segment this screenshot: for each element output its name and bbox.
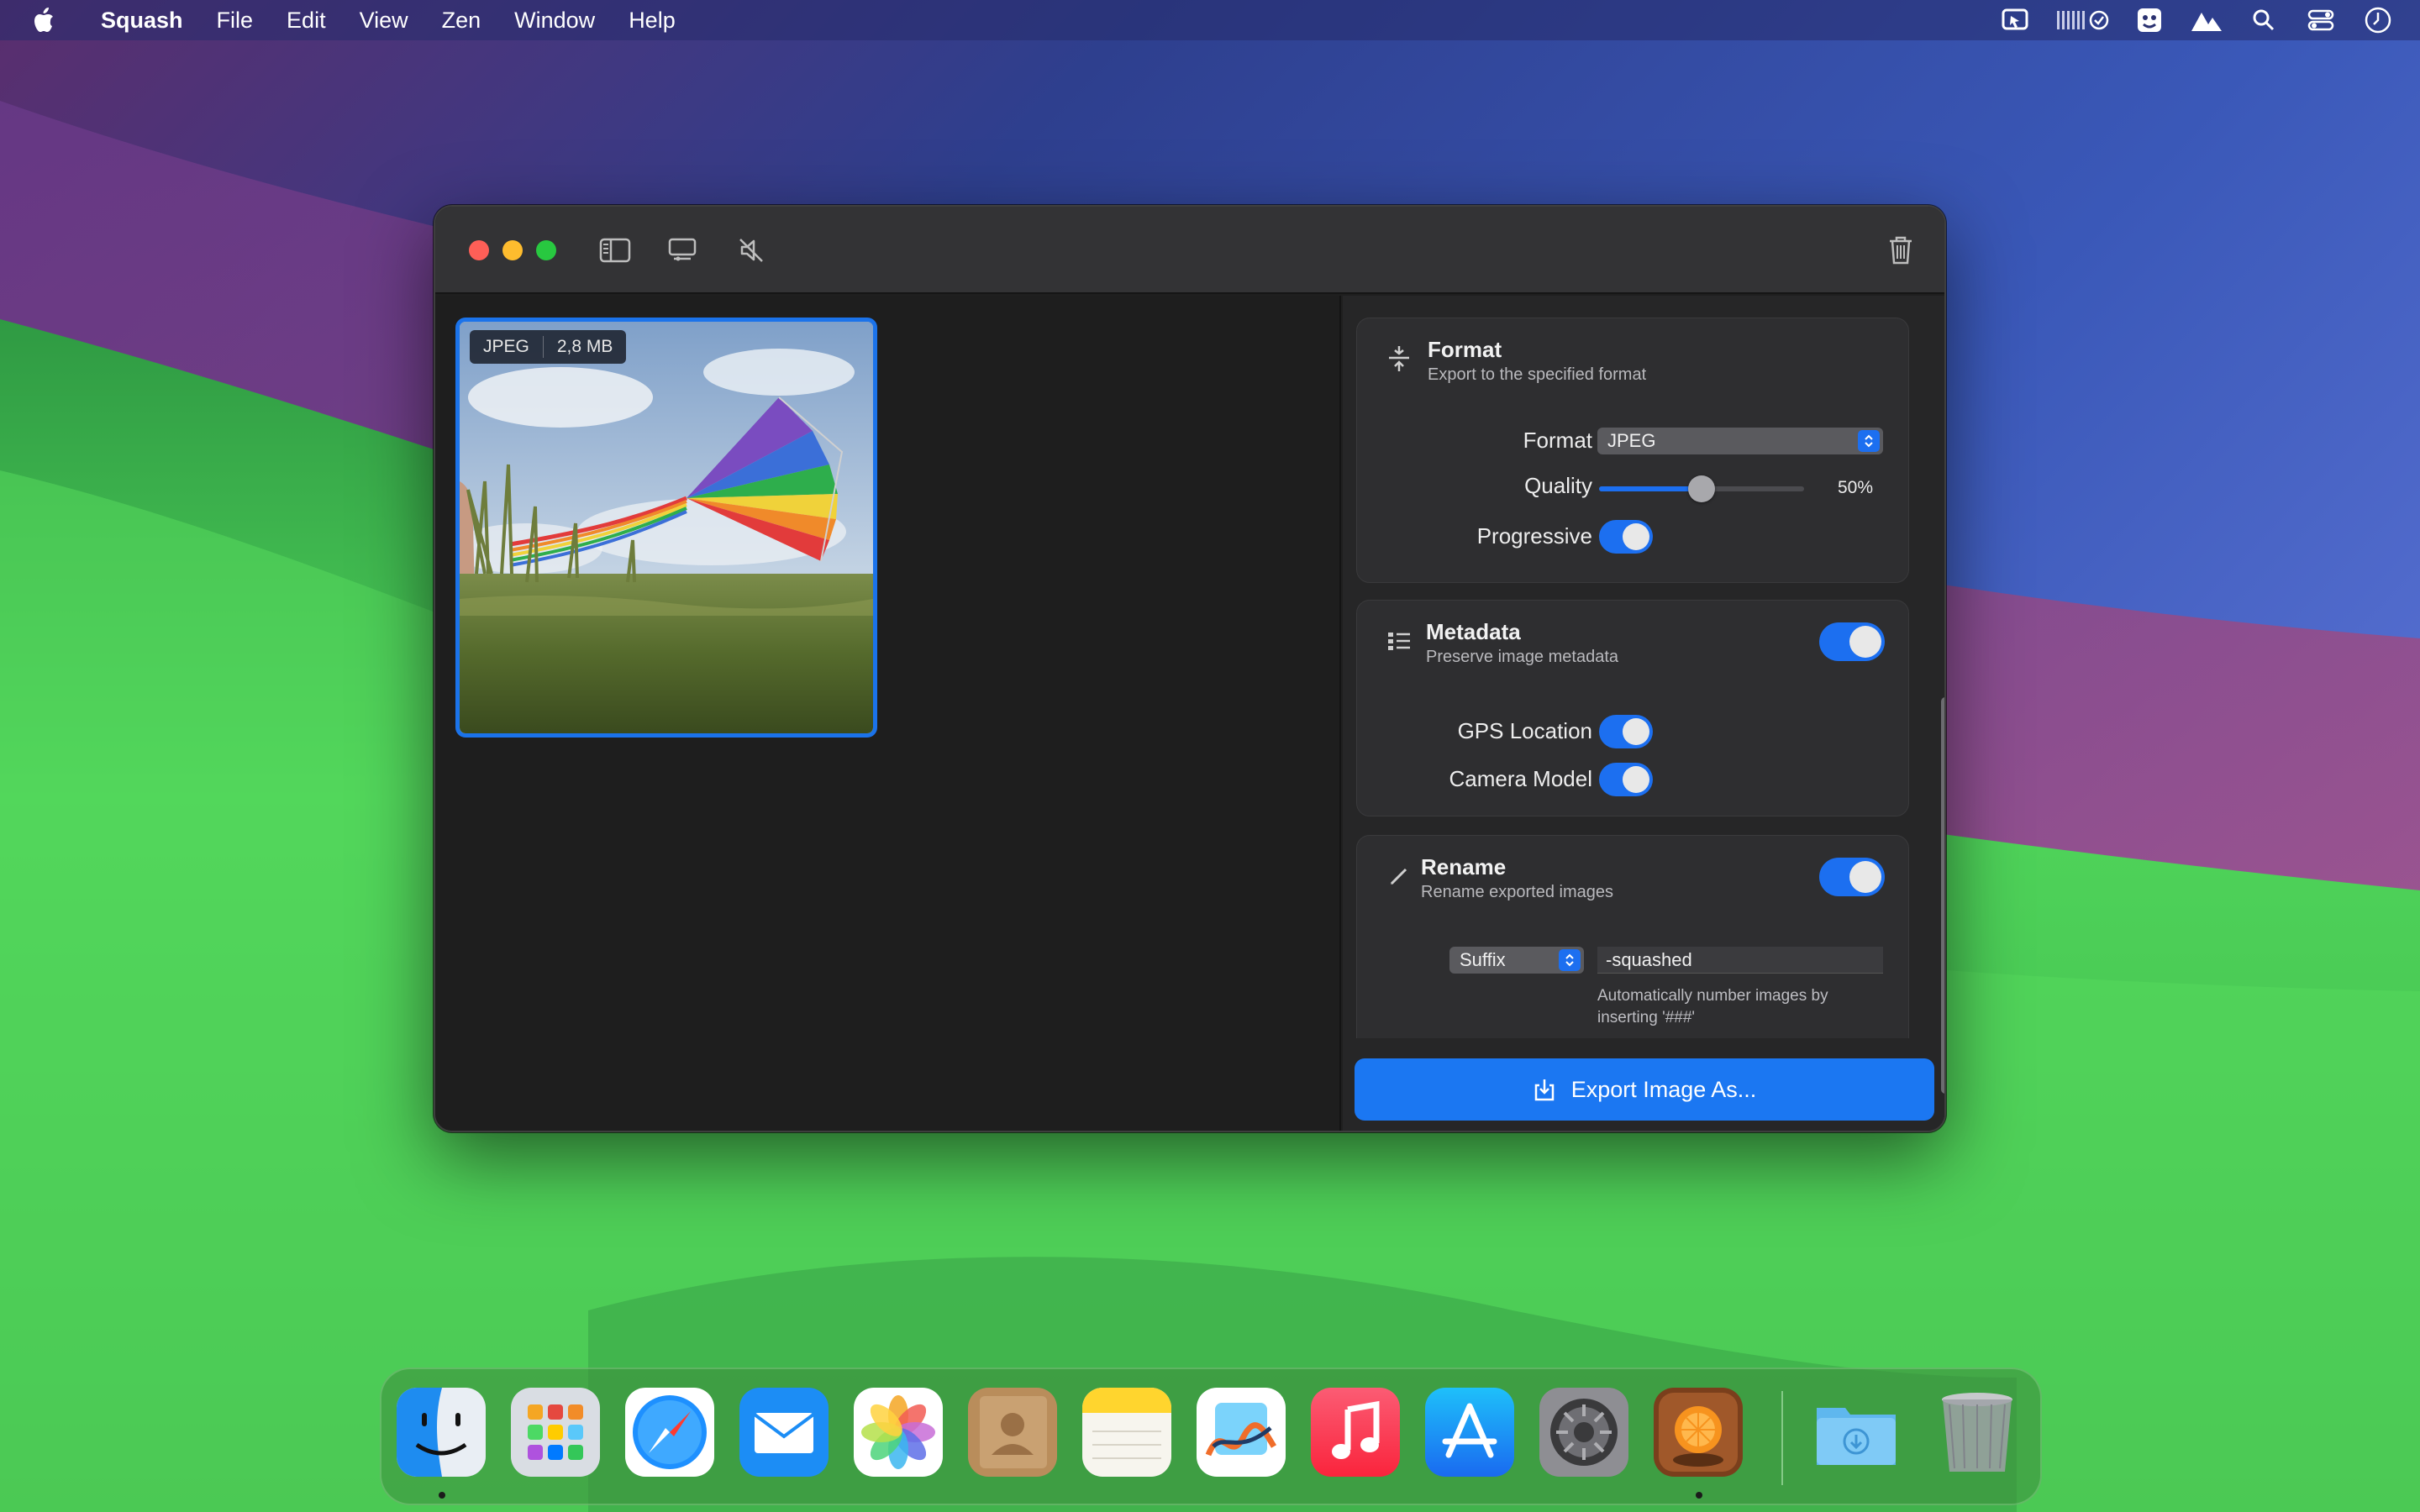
- altitude-icon[interactable]: [2190, 3, 2223, 37]
- gps-location-toggle[interactable]: [1599, 715, 1653, 748]
- rename-card-subtitle: Rename exported images: [1421, 883, 1614, 901]
- menu-help[interactable]: Help: [629, 8, 676, 34]
- rename-mode-select[interactable]: Suffix: [1449, 947, 1584, 974]
- battery-meter-icon[interactable]: [2055, 3, 2109, 37]
- apple-menu-icon[interactable]: [29, 3, 62, 37]
- trash-dock-icon[interactable]: [1933, 1388, 2022, 1477]
- rename-toggle[interactable]: [1819, 858, 1885, 896]
- chevron-updown-icon: [1858, 430, 1880, 452]
- image-thumbnail[interactable]: JPEG 2,8 MB: [455, 318, 877, 738]
- rename-text-field[interactable]: -squashed: [1597, 947, 1883, 974]
- menu-view[interactable]: View: [360, 8, 408, 34]
- zoom-button[interactable]: [536, 240, 556, 260]
- safari-icon[interactable]: [625, 1388, 714, 1477]
- camera-model-label: Camera Model: [1449, 766, 1592, 791]
- squash-window: JPEG 2,8 MB Format Export to the specifi…: [434, 205, 1946, 1132]
- quality-slider-knob[interactable]: [1688, 475, 1715, 502]
- close-button[interactable]: [469, 240, 489, 260]
- app-store-icon[interactable]: [1425, 1388, 1514, 1477]
- finder-running-dot: [439, 1492, 445, 1499]
- metadata-toggle[interactable]: [1819, 622, 1885, 661]
- rename-mode-value: Suffix: [1460, 949, 1506, 970]
- display-icon[interactable]: [664, 234, 701, 267]
- rename-card-title: Rename: [1421, 854, 1507, 879]
- format-select-value: JPEG: [1607, 430, 1656, 451]
- sidebar-icon[interactable]: [597, 234, 634, 267]
- progressive-label: Progressive: [1476, 523, 1592, 549]
- export-button-label: Export Image As...: [1570, 1076, 1757, 1102]
- image-grid: JPEG 2,8 MB: [435, 296, 1341, 1131]
- launchpad-icon[interactable]: [511, 1388, 600, 1477]
- format-card-subtitle: Export to the specified format: [1428, 365, 1647, 384]
- system-settings-icon[interactable]: [1539, 1388, 1628, 1477]
- format-icon: [1384, 344, 1414, 374]
- status-app-icon[interactable]: [1998, 3, 2032, 37]
- quality-value: 50%: [1838, 478, 1874, 497]
- settings-scrollbar[interactable]: [1941, 697, 1944, 1094]
- format-select[interactable]: JPEG: [1597, 428, 1883, 454]
- menu-edit[interactable]: Edit: [287, 8, 326, 34]
- quality-slider-fill: [1599, 486, 1702, 491]
- chevron-updown-icon: [1559, 949, 1581, 971]
- metadata-card-title: Metadata: [1426, 619, 1521, 644]
- menu-window[interactable]: Window: [514, 8, 595, 34]
- control-center-icon[interactable]: [2304, 3, 2338, 37]
- list-icon: [1384, 626, 1414, 656]
- progressive-toggle[interactable]: [1599, 520, 1653, 554]
- export-image-button[interactable]: Export Image As...: [1355, 1058, 1934, 1121]
- search-icon[interactable]: [2247, 3, 2281, 37]
- music-icon[interactable]: [1311, 1388, 1400, 1477]
- rename-hint: Automatically number images by inserting…: [1597, 987, 1828, 1026]
- format-card-title: Format: [1428, 337, 1502, 362]
- metadata-card-subtitle: Preserve image metadata: [1426, 648, 1619, 666]
- menu-app-icon[interactable]: [2133, 3, 2166, 37]
- notes-icon[interactable]: [1082, 1388, 1171, 1477]
- dock-separator: [1781, 1391, 1783, 1485]
- minimize-button[interactable]: [502, 240, 523, 260]
- mail-icon[interactable]: [739, 1388, 829, 1477]
- squash-app-icon[interactable]: [1654, 1388, 1743, 1477]
- format-card: Format Export to the specified format Fo…: [1356, 318, 1909, 583]
- trash-icon[interactable]: [1882, 234, 1919, 267]
- finder-icon[interactable]: [397, 1388, 486, 1477]
- title-bar: [435, 207, 1944, 294]
- freeform-icon[interactable]: [1197, 1388, 1286, 1477]
- menu-app-name[interactable]: Squash: [101, 8, 183, 34]
- photos-icon[interactable]: [854, 1388, 943, 1477]
- export-icon: [1533, 1077, 1556, 1102]
- metadata-card: Metadata Preserve image metadata GPS Loc…: [1356, 600, 1909, 816]
- camera-model-toggle[interactable]: [1599, 763, 1653, 796]
- clock-icon[interactable]: [2361, 3, 2395, 37]
- mute-icon[interactable]: [733, 234, 770, 267]
- quality-label: Quality: [1524, 473, 1592, 498]
- format-label: Format: [1523, 428, 1592, 453]
- downloads-folder-icon[interactable]: [1812, 1388, 1901, 1477]
- menu-file[interactable]: File: [217, 8, 254, 34]
- menu-bar: Squash File Edit View Zen Window Help: [0, 0, 2420, 40]
- settings-pane: Format Export to the specified format Fo…: [1343, 296, 1944, 1131]
- squash-running-dot: [1696, 1492, 1702, 1499]
- contacts-icon[interactable]: [968, 1388, 1057, 1477]
- image-info-badge: JPEG 2,8 MB: [470, 330, 627, 364]
- menu-zen[interactable]: Zen: [442, 8, 481, 34]
- image-size-label: 2,8 MB: [556, 337, 613, 356]
- pencil-icon: [1384, 861, 1414, 891]
- gps-location-label: GPS Location: [1457, 718, 1592, 743]
- image-format-label: JPEG: [483, 337, 529, 356]
